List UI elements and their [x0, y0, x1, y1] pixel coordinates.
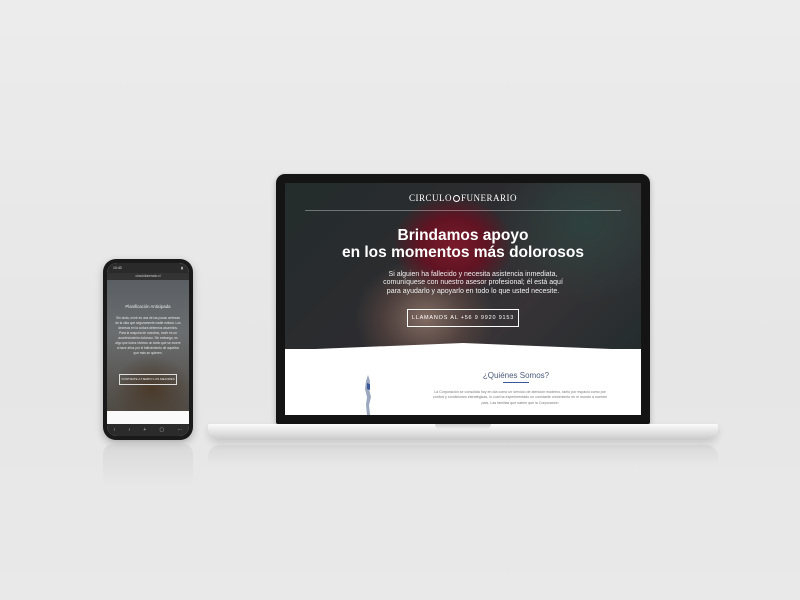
hero-description: Si alguien ha fallecido y necesita asist…: [383, 271, 563, 295]
site-logo[interactable]: CIRCULO FUNERARIO: [285, 193, 641, 203]
phone-screen: 10:40 ▮ circulofunerario.cl Planificació…: [107, 263, 189, 436]
hero-title: Brindamos apoyo en los momentos más dolo…: [285, 227, 641, 261]
about-text: La Corporación se consolida hoy en día c…: [433, 390, 607, 405]
phone-cta-button[interactable]: CONTRATE A TIEMPO LOS MEJORES: [119, 374, 177, 385]
laptop-screen: CIRCULO FUNERARIO Brindamos apoyo en los …: [285, 183, 641, 415]
phone-hero-title: Planificación Anticipada: [125, 304, 171, 309]
hero-banner: CIRCULO FUNERARIO Brindamos apoyo en los …: [285, 183, 641, 349]
status-time: 10:40: [113, 266, 122, 270]
phone-hero: Planificación Anticipada Sin duda, morir…: [107, 280, 189, 411]
hero-title-line2: en los momentos más dolorosos: [341, 244, 585, 261]
about-underline: [503, 382, 529, 383]
more-icon[interactable]: ⋯: [177, 427, 182, 433]
logo-text-right: FUNERARIO: [461, 193, 518, 203]
laptop-device: CIRCULO FUNERARIO Brindamos apoyo en los …: [276, 174, 650, 424]
phone-status-bar: 10:40 ▮: [107, 263, 189, 273]
forward-icon[interactable]: ›: [128, 427, 130, 433]
chile-map-icon: [365, 375, 371, 415]
battery-icon: ▮: [181, 266, 183, 270]
back-icon[interactable]: ‹: [114, 427, 116, 433]
phone-content-strip: [107, 411, 189, 424]
header-divider: [305, 210, 621, 211]
tabs-icon[interactable]: ▢: [159, 427, 164, 433]
phone-reflection: [103, 444, 193, 484]
call-button[interactable]: LLAMANOS AL +56 9 9920 9153: [407, 309, 519, 327]
laptop-base: [208, 424, 718, 440]
logo-mark-icon: [453, 195, 460, 202]
phone-browser-toolbar: ‹ › + ▢ ⋯: [107, 424, 189, 436]
phone-url-bar[interactable]: circulofunerario.cl: [107, 273, 189, 280]
laptop-notch: [435, 424, 491, 429]
about-title: ¿Quiénes Somos?: [482, 371, 550, 380]
add-icon[interactable]: +: [143, 427, 146, 433]
logo-text-left: CIRCULO: [408, 193, 452, 203]
hero-title-line1: Brindamos apoyo: [397, 227, 529, 244]
phone-device: 10:40 ▮ circulofunerario.cl Planificació…: [103, 259, 193, 440]
laptop-reflection: [208, 445, 718, 465]
phone-hero-text: Sin duda, morir es una de las pocas cert…: [115, 316, 181, 355]
